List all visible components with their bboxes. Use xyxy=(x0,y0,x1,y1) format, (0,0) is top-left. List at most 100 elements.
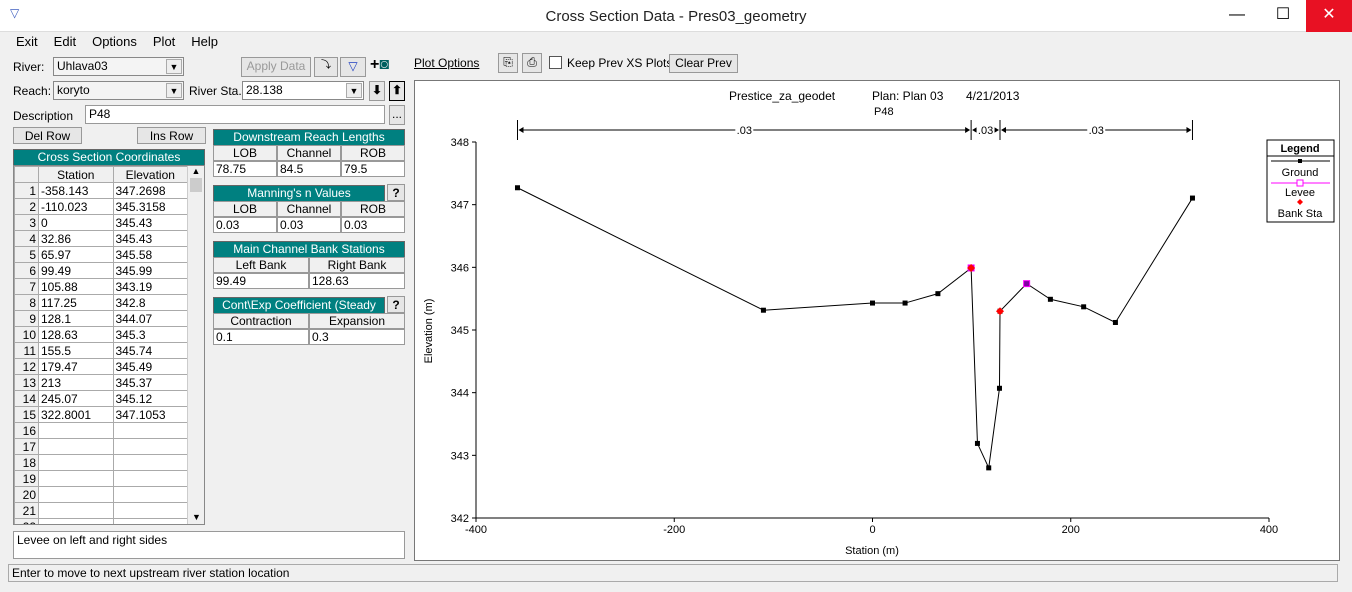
ground-point xyxy=(902,300,908,306)
station-cell[interactable] xyxy=(38,518,114,524)
elevation-cell[interactable]: 345.49 xyxy=(112,358,188,375)
station-cell[interactable]: -358.143 xyxy=(38,182,114,199)
elevation-cell[interactable]: 345.43 xyxy=(112,230,188,247)
elevation-cell[interactable] xyxy=(112,502,188,519)
station-cell[interactable] xyxy=(38,470,114,487)
help-icon[interactable]: ? xyxy=(387,296,405,313)
left-bank-input[interactable]: 99.49 xyxy=(213,273,309,289)
elevation-cell[interactable]: 344.07 xyxy=(112,310,188,327)
rob-header: ROB xyxy=(341,201,405,217)
lob-n-input[interactable]: 0.03 xyxy=(213,217,277,233)
station-cell[interactable]: 105.88 xyxy=(38,278,114,295)
elevation-cell[interactable] xyxy=(112,486,188,503)
minimize-button[interactable]: — xyxy=(1214,0,1260,32)
elevation-cell[interactable]: 345.37 xyxy=(112,374,188,391)
station-cell[interactable]: 213 xyxy=(38,374,114,391)
river-sta-select[interactable]: 28.138 ▼ xyxy=(242,81,364,100)
next-up-icon[interactable]: ⬆ xyxy=(389,81,405,101)
maximize-button[interactable]: ☐ xyxy=(1260,0,1306,32)
elevation-cell[interactable] xyxy=(112,438,188,455)
description-more-button[interactable]: ... xyxy=(389,105,405,125)
river-select[interactable]: Uhlava03 ▼ xyxy=(53,57,184,76)
elevation-cell[interactable]: 345.74 xyxy=(112,342,188,359)
elevation-cell[interactable]: 347.1053 xyxy=(112,406,188,423)
copy-icon[interactable]: ⎘ xyxy=(498,53,518,73)
elevation-cell[interactable]: 342.8 xyxy=(112,294,188,311)
channel-length-input[interactable]: 84.5 xyxy=(277,161,341,177)
lob-length-input[interactable]: 78.75 xyxy=(213,161,277,177)
del-row-button[interactable]: Del Row xyxy=(13,127,82,144)
menu-edit[interactable]: Edit xyxy=(46,34,84,49)
ground-point xyxy=(974,440,980,446)
bank-stations-title: Main Channel Bank Stations xyxy=(213,241,405,258)
menu-options[interactable]: Options xyxy=(84,34,145,49)
elevation-cell[interactable]: 345.3 xyxy=(112,326,188,343)
rob-length-input[interactable]: 79.5 xyxy=(341,161,405,177)
keep-prev-checkbox[interactable] xyxy=(549,56,562,69)
print-icon[interactable]: ⎙ xyxy=(522,53,542,73)
cross-section-icon[interactable]: ▽ xyxy=(340,57,366,77)
right-bank-input[interactable]: 128.63 xyxy=(309,273,405,289)
ground-point xyxy=(935,291,941,297)
help-icon[interactable]: ? xyxy=(387,184,405,201)
rob-n-input[interactable]: 0.03 xyxy=(341,217,405,233)
contraction-input[interactable]: 0.1 xyxy=(213,329,309,345)
vertical-scrollbar[interactable]: ▲ ▼ xyxy=(187,166,204,524)
station-cell[interactable]: 245.07 xyxy=(38,390,114,407)
apply-data-button[interactable]: Apply Data xyxy=(241,57,311,77)
menu-exit[interactable]: Exit xyxy=(8,34,46,49)
row-number: 2 xyxy=(14,198,39,215)
station-cell[interactable] xyxy=(38,486,114,503)
x-tick-label: 0 xyxy=(869,524,875,536)
clear-prev-button[interactable]: Clear Prev xyxy=(669,54,738,73)
elevation-cell[interactable] xyxy=(112,422,188,439)
station-cell[interactable]: 32.86 xyxy=(38,230,114,247)
reach-select[interactable]: koryto ▼ xyxy=(53,81,184,100)
elevation-cell[interactable]: 345.58 xyxy=(112,246,188,263)
elevation-cell[interactable] xyxy=(112,454,188,471)
elevation-cell[interactable] xyxy=(112,470,188,487)
menu-plot[interactable]: Plot xyxy=(145,34,183,49)
station-cell[interactable]: 128.1 xyxy=(38,310,114,327)
station-cell[interactable]: 0 xyxy=(38,214,114,231)
add-picture-icon[interactable]: +◙ xyxy=(370,56,389,74)
station-cell[interactable]: 155.5 xyxy=(38,342,114,359)
channel-n-input[interactable]: 0.03 xyxy=(277,217,341,233)
edit-xs-icon[interactable]: ⤵ xyxy=(314,57,338,77)
station-cell[interactable]: -110.023 xyxy=(38,198,114,215)
ground-point xyxy=(1047,296,1053,302)
station-cell[interactable]: 99.49 xyxy=(38,262,114,279)
notes-textarea[interactable]: Levee on left and right sides xyxy=(13,531,405,559)
station-cell[interactable]: 128.63 xyxy=(38,326,114,343)
scroll-thumb[interactable] xyxy=(190,178,202,192)
menu-help[interactable]: Help xyxy=(183,34,226,49)
legend-bank-sta: Bank Sta xyxy=(1278,208,1324,220)
elevation-cell[interactable]: 345.3158 xyxy=(112,198,188,215)
station-cell[interactable]: 179.47 xyxy=(38,358,114,375)
description-input[interactable]: P48 xyxy=(85,105,385,124)
station-cell[interactable]: 65.97 xyxy=(38,246,114,263)
station-cell[interactable] xyxy=(38,454,114,471)
elevation-cell[interactable]: 343.19 xyxy=(112,278,188,295)
scroll-down-icon[interactable]: ▼ xyxy=(188,512,204,522)
elevation-cell[interactable]: 345.43 xyxy=(112,214,188,231)
station-cell[interactable]: 322.8001 xyxy=(38,406,114,423)
elevation-cell[interactable] xyxy=(112,518,188,524)
station-cell[interactable] xyxy=(38,502,114,519)
next-down-icon[interactable]: ⬇ xyxy=(369,81,385,101)
legend-title: Legend xyxy=(1280,143,1319,155)
table-row: 9 128.1 344.07 xyxy=(14,310,188,327)
station-cell[interactable] xyxy=(38,438,114,455)
close-button[interactable]: ✕ xyxy=(1306,0,1352,32)
elevation-cell[interactable]: 345.99 xyxy=(112,262,188,279)
expansion-input[interactable]: 0.3 xyxy=(309,329,405,345)
scroll-up-icon[interactable]: ▲ xyxy=(188,166,204,176)
elevation-cell[interactable]: 345.12 xyxy=(112,390,188,407)
plot-options-link[interactable]: Plot Options xyxy=(414,56,479,70)
elevation-cell[interactable]: 347.2698 xyxy=(112,182,188,199)
row-number: 1 xyxy=(14,182,39,199)
ins-row-button[interactable]: Ins Row xyxy=(137,127,206,144)
station-cell[interactable] xyxy=(38,422,114,439)
station-cell[interactable]: 117.25 xyxy=(38,294,114,311)
legend-levee-marker xyxy=(1296,179,1304,187)
